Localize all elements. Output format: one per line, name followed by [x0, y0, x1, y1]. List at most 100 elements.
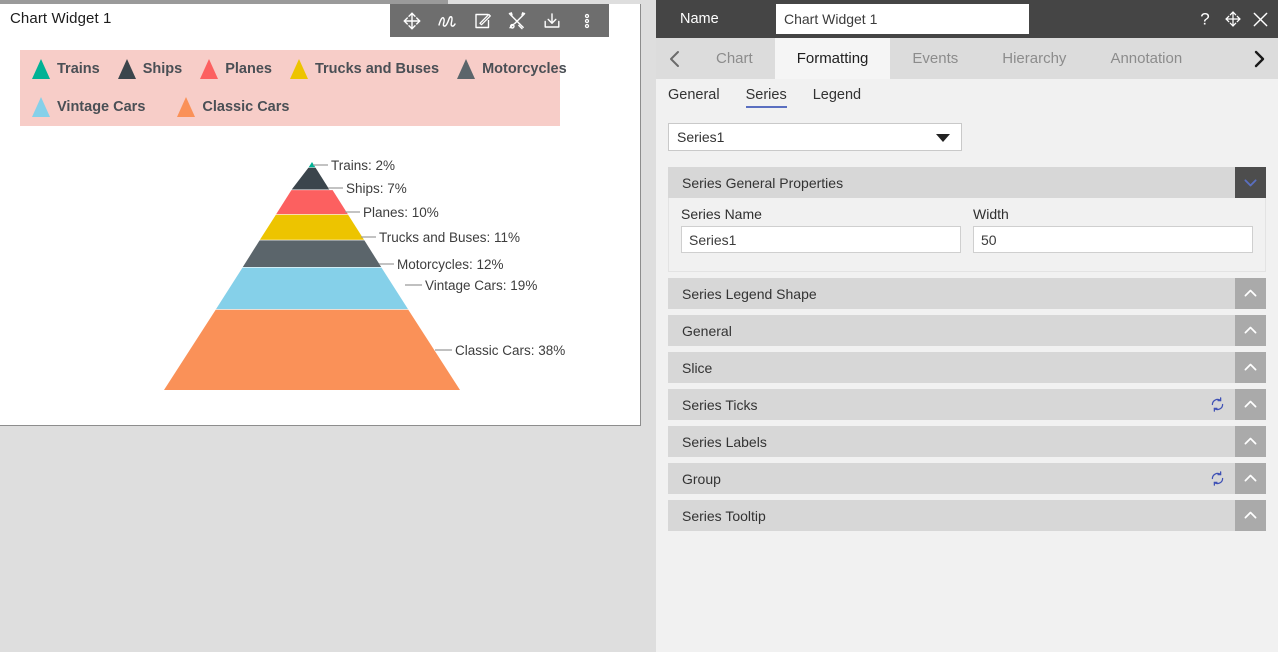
tab-hierarchy[interactable]: Hierarchy [980, 38, 1089, 79]
help-icon[interactable]: ? [1195, 9, 1215, 29]
series-select-wrapper: Series1 [668, 123, 962, 151]
subtab-legend[interactable]: Legend [813, 87, 861, 108]
section-title: Series Ticks [682, 396, 758, 413]
section-header[interactable]: General [668, 315, 1266, 346]
section-series-general-properties: Series General Properties Series Name Wi… [668, 167, 1266, 272]
field-label: Width [973, 206, 1009, 222]
tab-events[interactable]: Events [890, 38, 981, 79]
legend-item-classic-cars[interactable]: Classic Cars [177, 97, 289, 117]
legend-item-vintage-cars[interactable]: Vintage Cars [32, 97, 145, 117]
chevron-up-icon[interactable] [1235, 500, 1266, 531]
legend-item-planes[interactable]: Planes [200, 59, 272, 79]
legend-label: Trucks and Buses [314, 61, 440, 77]
download-icon[interactable] [536, 4, 568, 37]
more-vertical-icon[interactable] [571, 4, 603, 37]
chart-widget[interactable]: Chart Widget 1 Trains Ships Planes Truck… [0, 4, 641, 426]
legend-item-motorcycles[interactable]: Motorcycles [457, 59, 567, 79]
legend-item-ships[interactable]: Ships [117, 59, 183, 79]
section-title: Series Legend Shape [682, 285, 817, 302]
tab-bar: Chart Formatting Events Hierarchy Annota… [656, 38, 1278, 79]
section-header[interactable]: Series General Properties [668, 167, 1266, 198]
pyramid-chart: Trains: 2% Ships: 7% Planes: 10% Trucks … [160, 154, 630, 404]
chevron-up-icon[interactable] [1235, 352, 1266, 383]
pyramid-slice-classic-cars[interactable] [164, 309, 460, 390]
chevron-up-icon[interactable] [1235, 426, 1266, 457]
chevron-up-icon[interactable] [1235, 389, 1266, 420]
legend-label: Motorcycles [482, 61, 567, 77]
move-panel-icon[interactable] [1224, 10, 1242, 28]
width-input[interactable] [973, 226, 1253, 253]
section-general: General [668, 315, 1266, 346]
tab-prev-chevron-icon[interactable] [656, 38, 694, 79]
section-header[interactable]: Group [668, 463, 1266, 494]
section-header[interactable]: Series Legend Shape [668, 278, 1266, 309]
scribble-icon[interactable] [431, 4, 463, 37]
section-group: Group [668, 463, 1266, 494]
section-header[interactable]: Series Labels [668, 426, 1266, 457]
tab-annotation[interactable]: Annotation [1088, 38, 1205, 79]
section-series-tooltip: Series Tooltip [668, 500, 1266, 531]
slice-label-trucks-and-buses: Trucks and Buses: 11% [379, 230, 520, 245]
slice-label-vintage-cars: Vintage Cars: 19% [425, 278, 537, 293]
accordion-list: Series General Properties Series Name Wi… [668, 167, 1266, 531]
pyramid-slice-ships[interactable] [291, 167, 330, 190]
chart-legend: Trains Ships Planes Trucks and Buses Mot… [20, 50, 567, 126]
section-header[interactable]: Series Ticks [668, 389, 1266, 420]
pyramid-slice-trucks-and-buses[interactable] [259, 214, 364, 240]
sub-tab-bar: General Series Legend [656, 79, 1278, 115]
tab-formatting[interactable]: Formatting [774, 38, 891, 79]
slice-label-trains: Trains: 2% [331, 158, 395, 173]
widget-toolbar [390, 4, 609, 37]
legend-label: Trains [57, 61, 100, 77]
series-select[interactable]: Series1 [668, 123, 962, 151]
canvas-area: Chart Widget 1 Trains Ships Planes Truck… [0, 0, 656, 652]
name-input[interactable] [776, 4, 1029, 34]
chevron-up-icon[interactable] [1235, 315, 1266, 346]
legend-swatch-triangle-icon [289, 59, 308, 79]
field-width: Width [973, 206, 1253, 253]
legend-label: Classic Cars [202, 99, 290, 115]
panel-header-icons: ? [1195, 0, 1270, 38]
subtab-general[interactable]: General [668, 87, 720, 108]
subtab-series[interactable]: Series [745, 87, 787, 108]
legend-swatch-triangle-icon [117, 59, 136, 79]
properties-panel: Name ? [656, 0, 1278, 652]
field-series-name: Series Name [681, 206, 961, 253]
name-label: Name [680, 11, 719, 27]
legend-row-2: Vintage Cars Classic Cars [20, 88, 560, 126]
legend-swatch-triangle-icon [177, 97, 196, 117]
section-header[interactable]: Series Tooltip [668, 500, 1266, 531]
field-label: Series Name [681, 206, 762, 222]
close-icon[interactable] [1251, 10, 1270, 29]
legend-label: Planes [225, 61, 272, 77]
section-title: Series Labels [682, 433, 767, 450]
pyramid-chart-svg: Trains: 2% Ships: 7% Planes: 10% Trucks … [164, 158, 565, 390]
slice-label-classic-cars: Classic Cars: 38% [455, 343, 565, 358]
legend-label: Vintage Cars [57, 99, 146, 115]
legend-swatch-triangle-icon [200, 59, 219, 79]
move-icon[interactable] [396, 4, 428, 37]
refresh-icon[interactable] [1209, 470, 1226, 487]
chevron-down-icon[interactable] [1235, 167, 1266, 198]
legend-label: Ships [142, 61, 183, 77]
edit-icon[interactable] [466, 4, 498, 37]
chevron-up-icon[interactable] [1235, 463, 1266, 494]
pyramid-slice-vintage-cars[interactable] [216, 267, 408, 310]
legend-item-trucks-and-buses[interactable]: Trucks and Buses [289, 59, 440, 79]
chevron-up-icon[interactable] [1235, 278, 1266, 309]
legend-row-1: Trains Ships Planes Trucks and Buses Mot… [20, 50, 567, 88]
section-slice: Slice [668, 352, 1266, 383]
series-name-input[interactable] [681, 226, 961, 253]
tab-next-chevron-icon[interactable] [1240, 38, 1278, 79]
section-header[interactable]: Slice [668, 352, 1266, 383]
legend-swatch-triangle-icon [457, 59, 476, 79]
tools-icon[interactable] [501, 4, 533, 37]
refresh-icon[interactable] [1209, 396, 1226, 413]
pyramid-slice-planes[interactable] [276, 190, 348, 215]
tab-chart[interactable]: Chart [694, 38, 775, 79]
section-series-labels: Series Labels [668, 426, 1266, 457]
section-series-legend-shape: Series Legend Shape [668, 278, 1266, 309]
svg-text:?: ? [1200, 10, 1209, 29]
legend-item-trains[interactable]: Trains [32, 59, 100, 79]
pyramid-slice-motorcycles[interactable] [242, 240, 382, 267]
